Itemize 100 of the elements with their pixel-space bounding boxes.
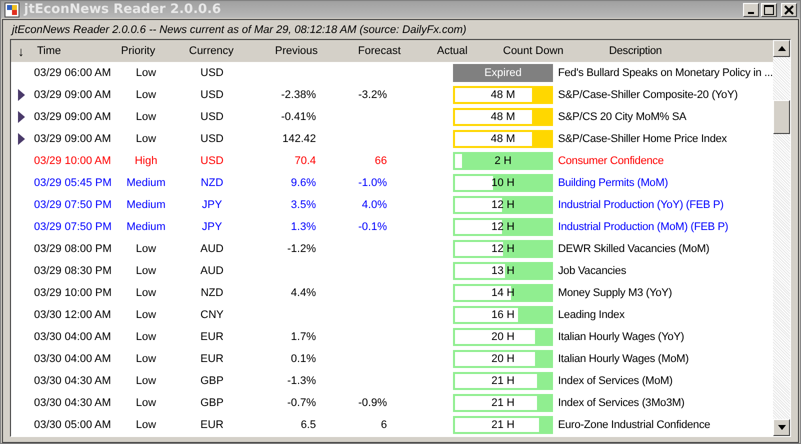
table-cell-text: USD	[199, 133, 225, 145]
table-cell: 0.1%	[290, 353, 316, 365]
minimize-button[interactable]	[743, 2, 759, 16]
table-cell-text: Low	[134, 309, 158, 321]
table-cell-text: Low	[134, 133, 158, 145]
table-cell: -0.7%	[287, 397, 316, 409]
table-cell-text: Fed's Bullard Speaks on Monetary Policy in ...	[557, 67, 773, 79]
table-cell-text: Low	[134, 89, 158, 101]
table-cell-text: 03/30 12:00 AM	[33, 309, 112, 321]
table-cell-text: Low	[134, 353, 158, 365]
countdown-text: 21 H	[490, 418, 516, 432]
countdown-text: 13 H	[490, 264, 516, 278]
scroll-down-button[interactable]	[773, 419, 790, 436]
close-icon	[784, 4, 794, 14]
table-cell-text: JPY	[200, 199, 224, 211]
table-cell-text: S&P/Case-Shiller Composite-20 (YoY)	[557, 89, 739, 101]
table-cell-text: Medium	[125, 177, 167, 189]
table-cell-text: NZD	[200, 287, 224, 299]
table-cell-text: EUR	[199, 419, 225, 431]
table-cell-text: 03/29 10:00 AM	[33, 155, 112, 167]
countdown-text: 21 H	[490, 374, 516, 388]
countdown-text: 12 H	[490, 242, 516, 256]
column-header[interactable]: Priority	[119, 45, 181, 57]
table-cell: 70.4	[294, 155, 316, 167]
table-cell-text: 03/30 05:00 AM	[33, 419, 112, 431]
maximize-button[interactable]	[761, 2, 777, 16]
table-cell-text: DEWR Skilled Vacancies (MoM)	[557, 243, 710, 255]
up-arrow-icon	[778, 46, 786, 51]
table-cell-text: GBP	[199, 375, 225, 387]
table-cell-text: USD	[199, 155, 225, 167]
table-cell: 9.6%	[290, 177, 316, 189]
table-cell: -0.1%	[358, 221, 387, 233]
table-cell-text: 03/30 04:30 AM	[33, 375, 112, 387]
table-cell-text: Industrial Production (MoM) (FEB P)	[557, 221, 730, 233]
status-text: jtEconNews Reader 2.0.0.6 -- News current as of Mar 29, 08:12:18 AM (source: DailyFx.com)	[10, 23, 468, 38]
countdown-text: Expired	[483, 66, 523, 80]
table-cell-text: 03/29 09:00 AM	[33, 111, 112, 123]
table-cell-text: Euro-Zone Industrial Confidence	[557, 419, 712, 431]
column-header[interactable]: Count Down	[498, 45, 607, 57]
table-cell-text: Italian Hourly Wages (MoM)	[557, 353, 690, 365]
table-cell-text: Low	[134, 67, 158, 79]
close-button[interactable]	[781, 2, 797, 16]
table-cell-text: 03/29 09:00 AM	[33, 89, 112, 101]
table-cell-text: Medium	[125, 221, 167, 233]
table-cell: 6.5	[300, 419, 316, 431]
table-cell-text: 03/30 04:00 AM	[33, 353, 112, 365]
countdown-text: 12 H	[490, 220, 516, 234]
table-cell-text: Industrial Production (YoY) (FEB P)	[557, 199, 725, 211]
table-cell-text: 03/29 07:50 PM	[33, 199, 113, 211]
table-cell-text: Building Permits (MoM)	[557, 177, 669, 189]
table-cell-text: AUD	[199, 243, 225, 255]
column-header[interactable]: Forecast	[347, 45, 429, 57]
table-cell-text: EUR	[199, 353, 225, 365]
sort-indicator[interactable]: ↓	[11, 44, 31, 58]
column-header[interactable]: Previous	[261, 45, 347, 57]
table-cell-text: Low	[134, 331, 158, 343]
table-cell-text: Low	[134, 419, 158, 431]
table-cell-text: S&P/Case-Shiller Home Price Index	[557, 133, 728, 145]
table-cell-text: Italian Hourly Wages (YoY)	[557, 331, 686, 343]
table-cell-text: S&P/CS 20 City MoM% SA	[557, 111, 688, 123]
scroll-thumb[interactable]	[773, 100, 790, 134]
table-cell-text: 03/29 05:45 PM	[33, 177, 113, 189]
countdown-text: 20 H	[490, 352, 516, 366]
minimize-icon	[748, 12, 754, 14]
table-cell-text: Leading Index	[557, 309, 626, 321]
table-cell-text: USD	[199, 89, 225, 101]
table-cell: 4.4%	[290, 287, 316, 299]
table-cell-text: Job Vacancies	[557, 265, 628, 277]
countdown-text: 16 H	[490, 308, 516, 322]
table-cell-text: Low	[134, 375, 158, 387]
table-cell-text: Low	[134, 243, 158, 255]
scroll-up-button[interactable]	[773, 40, 790, 57]
table-cell-text: 03/29 10:00 PM	[33, 287, 113, 299]
column-header[interactable]: Time	[31, 45, 119, 57]
app-icon	[4, 2, 20, 18]
table-cell-text: JPY	[200, 221, 224, 233]
countdown-text: 48 M	[490, 88, 516, 102]
table-cell-text: GBP	[199, 397, 225, 409]
table-cell-text: Index of Services (MoM)	[557, 375, 674, 387]
table-cell-text: 03/30 04:30 AM	[33, 397, 112, 409]
table-cell: -1.0%	[358, 177, 387, 189]
column-header[interactable]: Description	[607, 45, 773, 57]
table-cell-text: AUD	[199, 265, 225, 277]
table-cell-text: Low	[134, 287, 158, 299]
countdown-text: 14 H	[490, 286, 516, 300]
countdown-text: 10 H	[490, 176, 516, 190]
column-header[interactable]: Currency	[181, 45, 261, 57]
table-cell: -3.2%	[358, 89, 387, 101]
table-cell-text: Low	[134, 397, 158, 409]
table-cell: 1.3%	[290, 221, 316, 233]
table-cell: 4.0%	[362, 199, 387, 211]
countdown-text: 2 H	[493, 154, 513, 168]
table-cell: 1.7%	[290, 331, 316, 343]
countdown-text: 12 H	[490, 198, 516, 212]
down-arrow-icon	[778, 425, 786, 430]
table-cell-text: Consumer Confidence	[557, 155, 665, 167]
table-cell: 6	[380, 419, 387, 431]
table-cell-text: 03/29 07:50 PM	[33, 221, 113, 233]
table-cell: -0.9%	[358, 397, 387, 409]
column-header[interactable]: Actual	[429, 45, 498, 57]
